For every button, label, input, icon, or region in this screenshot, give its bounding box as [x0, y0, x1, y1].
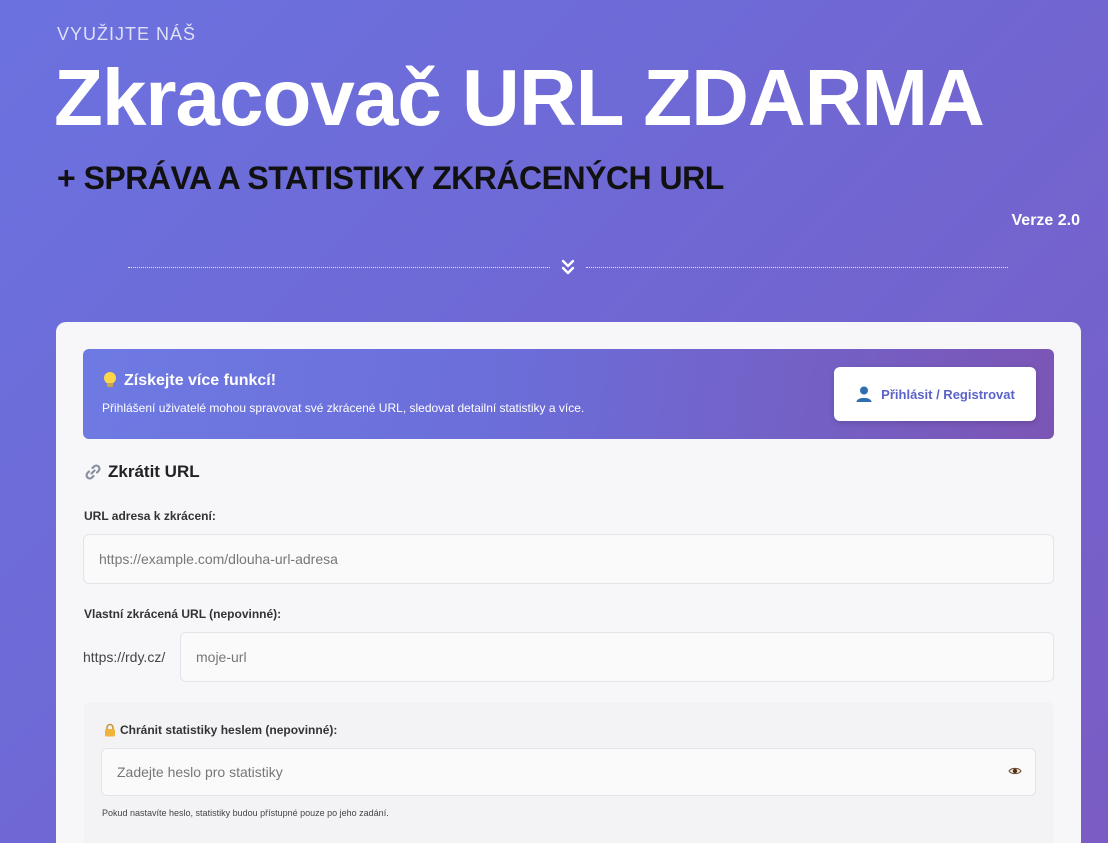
divider-line-right	[586, 267, 1008, 268]
user-icon	[856, 386, 872, 402]
password-label: Chránit statistiky heslem (nepovinné):	[120, 723, 338, 737]
custom-url-prefix: https://rdy.cz/	[83, 649, 166, 665]
version-label: Verze 2.0	[1011, 212, 1081, 229]
section-divider	[128, 258, 1008, 278]
custom-url-label: Vlastní zkrácená URL (nepovinné):	[84, 607, 282, 621]
divider-line-left	[128, 267, 550, 268]
page-title: Zkracovač URL ZDARMA	[54, 53, 985, 142]
shortener-card: Získejte více funkcí! Přihlášení uživate…	[56, 322, 1081, 843]
promo-description: Přihlášení uživatelé mohou spravovat své…	[102, 401, 585, 415]
hero-eyebrow: VYUŽIJTE NÁŠ	[57, 24, 197, 44]
login-register-label: Přihlásit / Registrovat	[881, 386, 1015, 402]
section-title: Zkrátit URL	[84, 462, 200, 482]
url-label: URL adresa k zkrácení:	[84, 509, 216, 523]
password-input[interactable]	[101, 748, 1036, 796]
lightbulb-icon	[104, 372, 116, 387]
section-title-label: Zkrátit URL	[108, 462, 200, 481]
login-register-button[interactable]: Přihlásit / Registrovat	[834, 367, 1036, 421]
chevron-double-down-icon	[561, 259, 575, 275]
url-input[interactable]	[83, 534, 1054, 584]
promo-banner: Získejte více funkcí! Přihlášení uživate…	[83, 349, 1054, 439]
password-section: Chránit statistiky heslem (nepovinné): P…	[84, 702, 1054, 843]
password-hint: Pokud nastavíte heslo, statistiky budou …	[102, 808, 389, 818]
link-icon	[85, 464, 101, 480]
lock-icon	[105, 723, 115, 737]
custom-url-input[interactable]	[180, 632, 1054, 682]
page-subtitle: + SPRÁVA A STATISTIKY ZKRÁCENÝCH URL	[57, 160, 724, 196]
promo-title: Získejte více funkcí!	[124, 372, 277, 389]
eye-icon[interactable]	[1008, 764, 1022, 778]
